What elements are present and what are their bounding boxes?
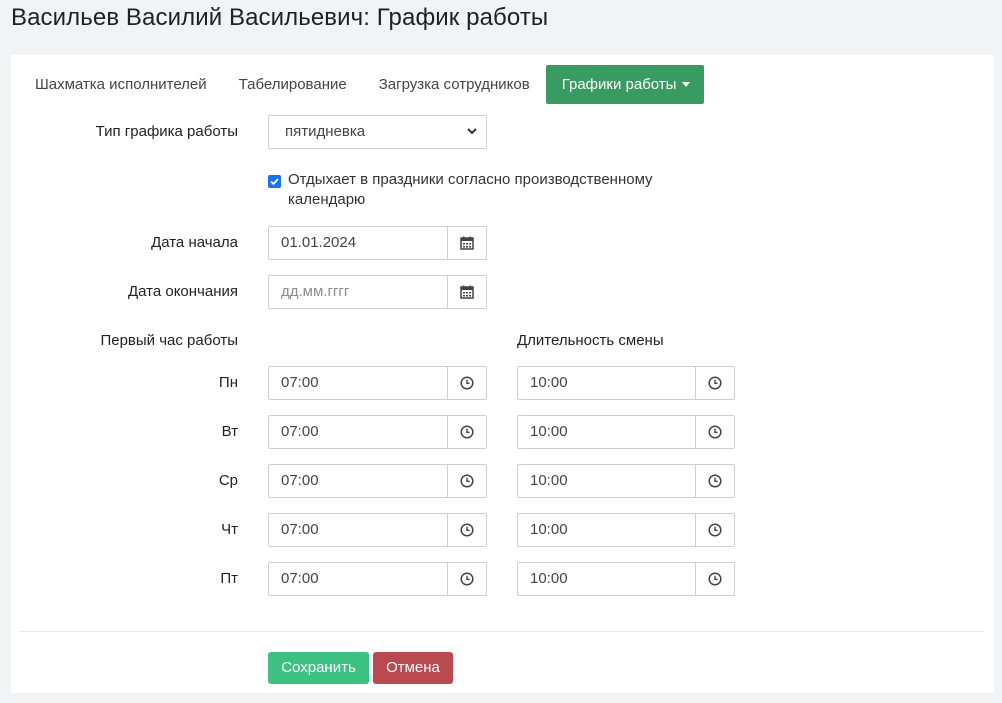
tab-work-schedules-label: Графики работы	[561, 76, 677, 93]
fri-start-time-value: 07:00	[281, 570, 319, 587]
tab-executors-chess[interactable]: Шахматка исполнителей	[19, 65, 223, 104]
tue-start-time-value: 07:00	[281, 423, 319, 440]
thu-duration-field[interactable]: 10:00	[517, 513, 735, 547]
day-label-tue: Вт	[221, 423, 238, 440]
first-hour-heading: Первый час работы	[100, 332, 238, 349]
clock-icon[interactable]	[447, 563, 486, 595]
clock-icon[interactable]	[695, 563, 734, 595]
caret-down-icon	[682, 81, 691, 87]
wed-start-time-value: 07:00	[281, 472, 319, 489]
mon-duration-field[interactable]: 10:00	[517, 366, 735, 400]
day-label-fri: Пт	[220, 570, 238, 587]
thu-start-time-field[interactable]: 07:00	[268, 513, 487, 547]
holiday-rest-label: Отдыхает в праздники согласно производст…	[288, 171, 653, 208]
start-date-value: 01.01.2024	[281, 234, 357, 251]
end-date-field[interactable]: дд.мм.гггг	[268, 275, 487, 309]
calendar-icon[interactable]	[447, 227, 486, 259]
tue-duration-value: 10:00	[530, 423, 568, 440]
clock-icon[interactable]	[447, 367, 486, 399]
tue-duration-field[interactable]: 10:00	[517, 415, 735, 449]
schedule-type-select[interactable]: пятидневка	[268, 115, 487, 149]
tab-work-schedules[interactable]: Графики работы	[545, 65, 705, 104]
day-label-wed: Ср	[218, 472, 238, 489]
day-label-thu: Чт	[221, 521, 238, 538]
holiday-rest-checkbox[interactable]	[268, 175, 281, 188]
clock-icon[interactable]	[447, 416, 486, 448]
tab-timesheet[interactable]: Табелирование	[223, 65, 363, 104]
day-label-mon: Пн	[218, 374, 238, 391]
clock-icon[interactable]	[695, 416, 734, 448]
tue-start-time-field[interactable]: 07:00	[268, 415, 487, 449]
tab-employee-load[interactable]: Загрузка сотрудников	[363, 65, 546, 104]
thu-duration-value: 10:00	[530, 521, 568, 538]
fri-duration-field[interactable]: 10:00	[517, 562, 735, 596]
checkmark-icon	[270, 178, 279, 186]
clock-icon[interactable]	[695, 367, 734, 399]
mon-start-time-field[interactable]: 07:00	[268, 366, 487, 400]
duration-heading: Длительность смены	[517, 332, 664, 349]
tab-bar: Шахматка исполнителей Табелирование Загр…	[19, 65, 705, 104]
end-date-placeholder: дд.мм.гггг	[281, 283, 350, 300]
wed-start-time-field[interactable]: 07:00	[268, 464, 487, 498]
schedule-type-value: пятидневка	[285, 123, 366, 140]
start-date-field[interactable]: 01.01.2024	[268, 226, 487, 260]
clock-icon[interactable]	[695, 465, 734, 497]
save-button[interactable]: Сохранить	[268, 652, 369, 684]
end-date-label: Дата окончания	[127, 283, 238, 300]
thu-start-time-value: 07:00	[281, 521, 319, 538]
wed-duration-value: 10:00	[530, 472, 568, 489]
mon-start-time-value: 07:00	[281, 374, 319, 391]
clock-icon[interactable]	[695, 514, 734, 546]
calendar-icon[interactable]	[447, 276, 486, 308]
chevron-down-icon	[467, 128, 477, 135]
form-divider	[19, 631, 984, 632]
clock-icon[interactable]	[447, 514, 486, 546]
start-date-label: Дата начала	[151, 234, 238, 251]
fri-duration-value: 10:00	[530, 570, 568, 587]
clock-icon[interactable]	[447, 465, 486, 497]
schedule-card: Шахматка исполнителей Табелирование Загр…	[11, 55, 994, 693]
mon-duration-value: 10:00	[530, 374, 568, 391]
schedule-type-label: Тип графика работы	[95, 123, 238, 140]
page-title: Васильев Василий Васильевич: График рабо…	[11, 4, 549, 31]
wed-duration-field[interactable]: 10:00	[517, 464, 735, 498]
cancel-button[interactable]: Отмена	[373, 652, 453, 684]
fri-start-time-field[interactable]: 07:00	[268, 562, 487, 596]
